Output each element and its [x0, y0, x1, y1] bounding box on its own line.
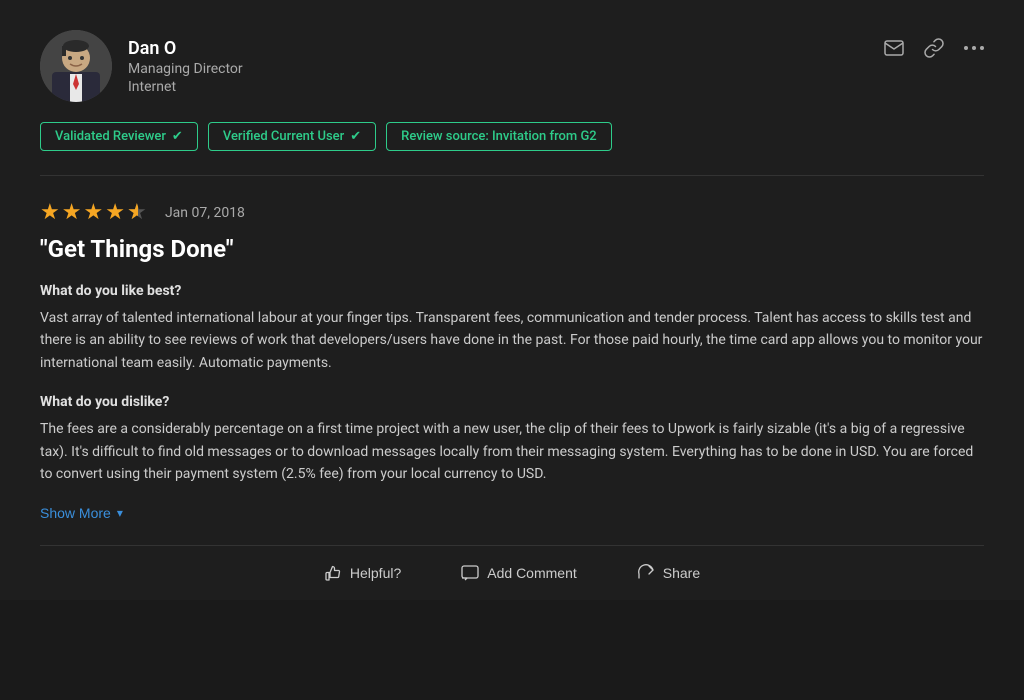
verified-label: Verified Current User	[223, 129, 344, 144]
dislike-label: What do you dislike?	[40, 394, 984, 410]
chevron-down-icon: ▾	[117, 506, 123, 520]
star-1: ★	[40, 200, 60, 225]
star-4: ★	[105, 200, 125, 225]
show-more-button[interactable]: Show More ▾	[40, 505, 123, 521]
checkmark-icon: ✔	[172, 129, 183, 144]
user-name: Dan O	[128, 38, 243, 59]
star-rating: ★ ★ ★ ★ ★ ★	[40, 200, 149, 225]
review-card: Dan O Managing Director Internet	[0, 0, 1024, 600]
link-icon[interactable]	[924, 38, 944, 58]
show-more-label: Show More	[40, 505, 111, 521]
star-2: ★	[62, 200, 82, 225]
like-text: Vast array of talented international lab…	[40, 307, 984, 374]
validated-label: Validated Reviewer	[55, 129, 166, 144]
top-divider	[40, 175, 984, 176]
badge-validated: Validated Reviewer ✔	[40, 122, 198, 151]
mail-icon[interactable]	[884, 40, 904, 56]
badge-source: Review source: Invitation from G2	[386, 122, 612, 151]
badge-verified: Verified Current User ✔	[208, 122, 376, 151]
user-title: Managing Director	[128, 61, 243, 77]
add-comment-label: Add Comment	[487, 565, 576, 581]
thumbs-up-icon	[324, 564, 342, 582]
footer-actions: Helpful? Add Comment Share	[40, 546, 984, 600]
checkmark-icon: ✔	[350, 129, 361, 144]
user-details: Dan O Managing Director Internet	[128, 38, 243, 95]
helpful-label: Helpful?	[350, 565, 401, 581]
comment-icon	[461, 564, 479, 582]
source-label: Review source: Invitation from G2	[401, 129, 597, 144]
like-label: What do you like best?	[40, 283, 984, 299]
share-label: Share	[663, 565, 700, 581]
review-date: Jan 07, 2018	[165, 205, 245, 221]
dislike-text: The fees are a considerably percentage o…	[40, 418, 984, 485]
more-icon[interactable]	[964, 45, 984, 51]
star-5-half: ★ ★	[127, 200, 149, 225]
user-company: Internet	[128, 79, 243, 95]
user-info: Dan O Managing Director Internet	[40, 30, 243, 102]
section-like: What do you like best? Vast array of tal…	[40, 283, 984, 374]
helpful-button[interactable]: Helpful?	[324, 564, 401, 582]
section-dislike: What do you dislike? The fees are a cons…	[40, 394, 984, 485]
badges-container: Validated Reviewer ✔ Verified Current Us…	[40, 122, 984, 151]
header-actions	[884, 30, 984, 58]
add-comment-button[interactable]: Add Comment	[461, 564, 576, 582]
avatar	[40, 30, 112, 102]
star-3: ★	[83, 200, 103, 225]
review-header: Dan O Managing Director Internet	[40, 30, 984, 102]
review-title: "Get Things Done"	[40, 235, 984, 263]
review-meta: ★ ★ ★ ★ ★ ★ Jan 07, 2018	[40, 200, 984, 225]
share-button[interactable]: Share	[637, 564, 700, 582]
share-icon	[637, 564, 655, 582]
